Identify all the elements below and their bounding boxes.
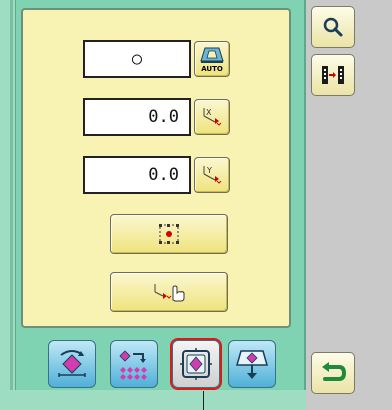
auto-label: AUTO	[201, 65, 223, 73]
x-move-icon: X	[203, 108, 222, 126]
scale-value-field[interactable]: ○	[83, 40, 191, 78]
center-frame-button[interactable]	[110, 214, 228, 254]
selected-tab-indicator	[203, 391, 204, 410]
embroidery-frame-icon	[236, 350, 268, 379]
auto-frame-icon: AUTO	[200, 47, 224, 73]
return-arrow-icon	[322, 362, 347, 381]
tab-array[interactable]	[110, 340, 158, 388]
swap-icon	[322, 66, 344, 84]
tab-trial[interactable]	[228, 340, 276, 388]
trace-icon	[154, 284, 185, 302]
x-move-button[interactable]: X	[194, 99, 230, 135]
y-move-icon: Y	[203, 166, 222, 184]
auto-button[interactable]: AUTO	[194, 41, 230, 77]
left-edge-strip	[10, 0, 13, 390]
app-frame: ○ AUTO 0.0 X 0.0 Y	[0, 0, 392, 410]
swap-view-button[interactable]	[311, 54, 355, 96]
x-move-label: X	[206, 108, 212, 117]
center-frame-icon	[159, 224, 179, 244]
layout-frame-icon	[180, 348, 212, 380]
rotate-icon	[58, 350, 86, 377]
return-button[interactable]	[311, 352, 355, 394]
zoom-button[interactable]	[311, 6, 355, 48]
tab-layout[interactable]	[170, 338, 222, 390]
x-offset-field[interactable]: 0.0	[83, 98, 191, 136]
array-icon	[119, 350, 147, 380]
y-move-button[interactable]: Y	[194, 157, 230, 193]
y-offset-field[interactable]: 0.0	[83, 156, 191, 194]
magnifier-icon	[323, 17, 343, 37]
y-move-label: Y	[206, 166, 212, 175]
tab-rotate[interactable]	[48, 340, 96, 388]
trace-button[interactable]	[110, 272, 228, 312]
